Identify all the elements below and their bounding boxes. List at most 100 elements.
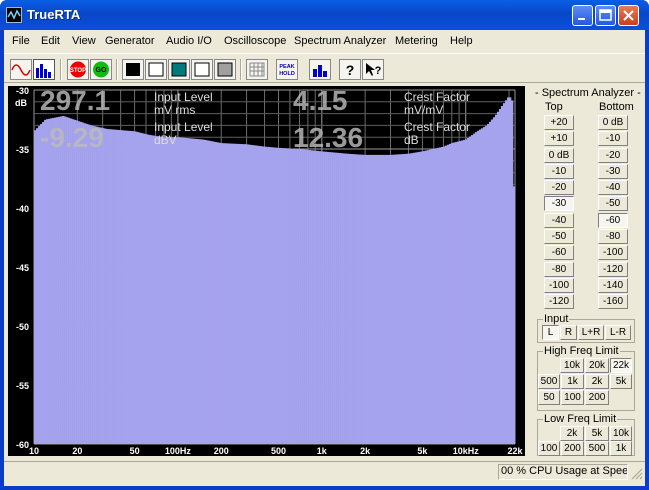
- menu-view[interactable]: View: [72, 35, 96, 47]
- spectrum-bar: [370, 154, 374, 444]
- spectrum-bar: [240, 144, 243, 444]
- bottom-level-button[interactable]: -160: [598, 294, 628, 309]
- color-swatch-white-2[interactable]: [191, 59, 213, 80]
- spectrum-bar: [164, 137, 167, 444]
- spectrum-bar: [170, 137, 173, 444]
- whats-this-button[interactable]: ?: [362, 59, 384, 80]
- spectrum-bar: [124, 130, 127, 444]
- spectrum-bar: [366, 154, 369, 444]
- color-swatch-gray[interactable]: [214, 59, 236, 80]
- color-swatch-black[interactable]: [122, 59, 144, 80]
- input-lmr-button[interactable]: L-R: [605, 325, 631, 340]
- menu-generator[interactable]: Generator: [105, 35, 155, 47]
- spectrum-bar: [138, 132, 141, 444]
- bottom-level-button[interactable]: -10: [598, 131, 628, 146]
- menu-metering[interactable]: Metering: [395, 35, 438, 47]
- high-freq-button[interactable]: 500: [538, 374, 560, 389]
- bottom-level-button[interactable]: -80: [598, 229, 628, 244]
- spectrum-bar: [154, 135, 157, 445]
- top-level-button[interactable]: -50: [544, 229, 574, 244]
- spectrum-bar: [210, 141, 213, 444]
- bottom-level-button[interactable]: -50: [598, 196, 628, 211]
- low-freq-button[interactable]: 5k: [585, 426, 609, 441]
- top-level-button[interactable]: -40: [544, 213, 574, 228]
- high-freq-button[interactable]: 2k: [585, 374, 609, 389]
- average-button[interactable]: [309, 59, 331, 80]
- low-freq-button[interactable]: 1k: [610, 441, 632, 456]
- high-freq-button[interactable]: 100: [561, 390, 584, 405]
- high-freq-button[interactable]: 200: [585, 390, 609, 405]
- spectrum-bar: [498, 108, 502, 445]
- bottom-level-button[interactable]: -20: [598, 148, 628, 163]
- menu-oscilloscope[interactable]: Oscilloscope: [224, 35, 286, 47]
- spectrum-plot[interactable]: -30 -35 -40 -45 -50 -55 -60 10 20 50 100Hz 200 500 1…: [8, 86, 525, 456]
- menu-spectrum-analyzer[interactable]: Spectrum Analyzer: [294, 35, 386, 47]
- readout-value: 4.15: [293, 86, 348, 116]
- title-bar[interactable]: TrueRTA: [0, 0, 649, 30]
- go-button[interactable]: GO: [90, 59, 112, 80]
- menu-file[interactable]: File: [12, 35, 30, 47]
- spectrum-bar: [404, 153, 408, 444]
- stop-button[interactable]: STOP: [67, 59, 89, 80]
- spectrum-mode-button[interactable]: [33, 59, 55, 80]
- low-freq-button[interactable]: 2k: [560, 426, 584, 441]
- input-r-button[interactable]: R: [560, 325, 577, 340]
- menu-help[interactable]: Help: [450, 35, 473, 47]
- help-button[interactable]: ?: [339, 59, 361, 80]
- maximize-button[interactable]: [595, 5, 616, 26]
- high-freq-button[interactable]: 1k: [561, 374, 584, 389]
- top-level-button[interactable]: 0 dB: [544, 148, 574, 163]
- spectrum-bar: [454, 142, 458, 444]
- low-freq-button[interactable]: 10k: [610, 426, 632, 441]
- top-level-button[interactable]: -80: [544, 262, 574, 277]
- top-level-button[interactable]: +20: [544, 115, 574, 130]
- color-swatch-teal[interactable]: [168, 59, 190, 80]
- low-freq-button[interactable]: 200: [561, 441, 584, 456]
- top-level-button[interactable]: -20: [544, 180, 574, 195]
- bottom-level-button-selected[interactable]: -60: [598, 213, 628, 228]
- close-button[interactable]: [618, 5, 639, 26]
- menu-audio-io[interactable]: Audio I/O: [166, 35, 212, 47]
- low-freq-button[interactable]: 100: [538, 441, 560, 456]
- top-level-button[interactable]: +10: [544, 131, 574, 146]
- high-freq-button[interactable]: 20k: [585, 358, 609, 373]
- oscilloscope-mode-button[interactable]: [10, 59, 32, 80]
- spectrum-bar: [330, 152, 333, 444]
- bottom-level-button[interactable]: 0 dB: [598, 115, 628, 130]
- high-freq-button[interactable]: 5k: [610, 374, 632, 389]
- bottom-level-button[interactable]: -100: [598, 245, 628, 260]
- bottom-level-button[interactable]: -40: [598, 180, 628, 195]
- input-l-button[interactable]: L: [542, 325, 559, 340]
- top-level-button[interactable]: -10: [544, 164, 574, 179]
- bottom-level-button[interactable]: -120: [598, 262, 628, 277]
- resize-grip-icon[interactable]: [631, 468, 643, 480]
- bottom-level-button[interactable]: -140: [598, 278, 628, 293]
- input-lpr-button[interactable]: L+R: [578, 325, 604, 340]
- top-level-button[interactable]: -120: [544, 294, 574, 309]
- spectrum-bar: [334, 152, 337, 444]
- y-tick-label: -35: [16, 145, 29, 155]
- spectrum-bar: [234, 143, 237, 444]
- top-level-button[interactable]: -60: [544, 245, 574, 260]
- top-level-button-selected[interactable]: -30: [544, 196, 574, 211]
- top-level-button[interactable]: -100: [544, 278, 574, 293]
- peak-hold-button[interactable]: PEAK HOLD: [276, 59, 298, 80]
- spectrum-bar: [66, 117, 69, 445]
- menu-edit[interactable]: Edit: [41, 35, 60, 47]
- high-freq-button[interactable]: 10k: [560, 358, 584, 373]
- spectrum-bar: [422, 151, 426, 444]
- high-freq-button-selected[interactable]: 22k: [610, 358, 632, 373]
- bottom-level-button[interactable]: -30: [598, 164, 628, 179]
- spectrum-bar: [368, 154, 371, 444]
- low-freq-button[interactable]: 500: [585, 441, 609, 456]
- help-icon: ?: [346, 62, 355, 78]
- minimize-button[interactable]: [572, 5, 593, 26]
- spectrum-bar: [398, 154, 402, 444]
- spectrum-bar: [354, 154, 357, 444]
- spectrum-bar: [168, 137, 171, 444]
- color-swatch-white[interactable]: [145, 59, 167, 80]
- grid-button[interactable]: [246, 59, 268, 80]
- high-freq-button[interactable]: 50: [538, 390, 560, 405]
- spectrum-bar: [72, 119, 75, 444]
- spectrum-bar: [242, 144, 245, 444]
